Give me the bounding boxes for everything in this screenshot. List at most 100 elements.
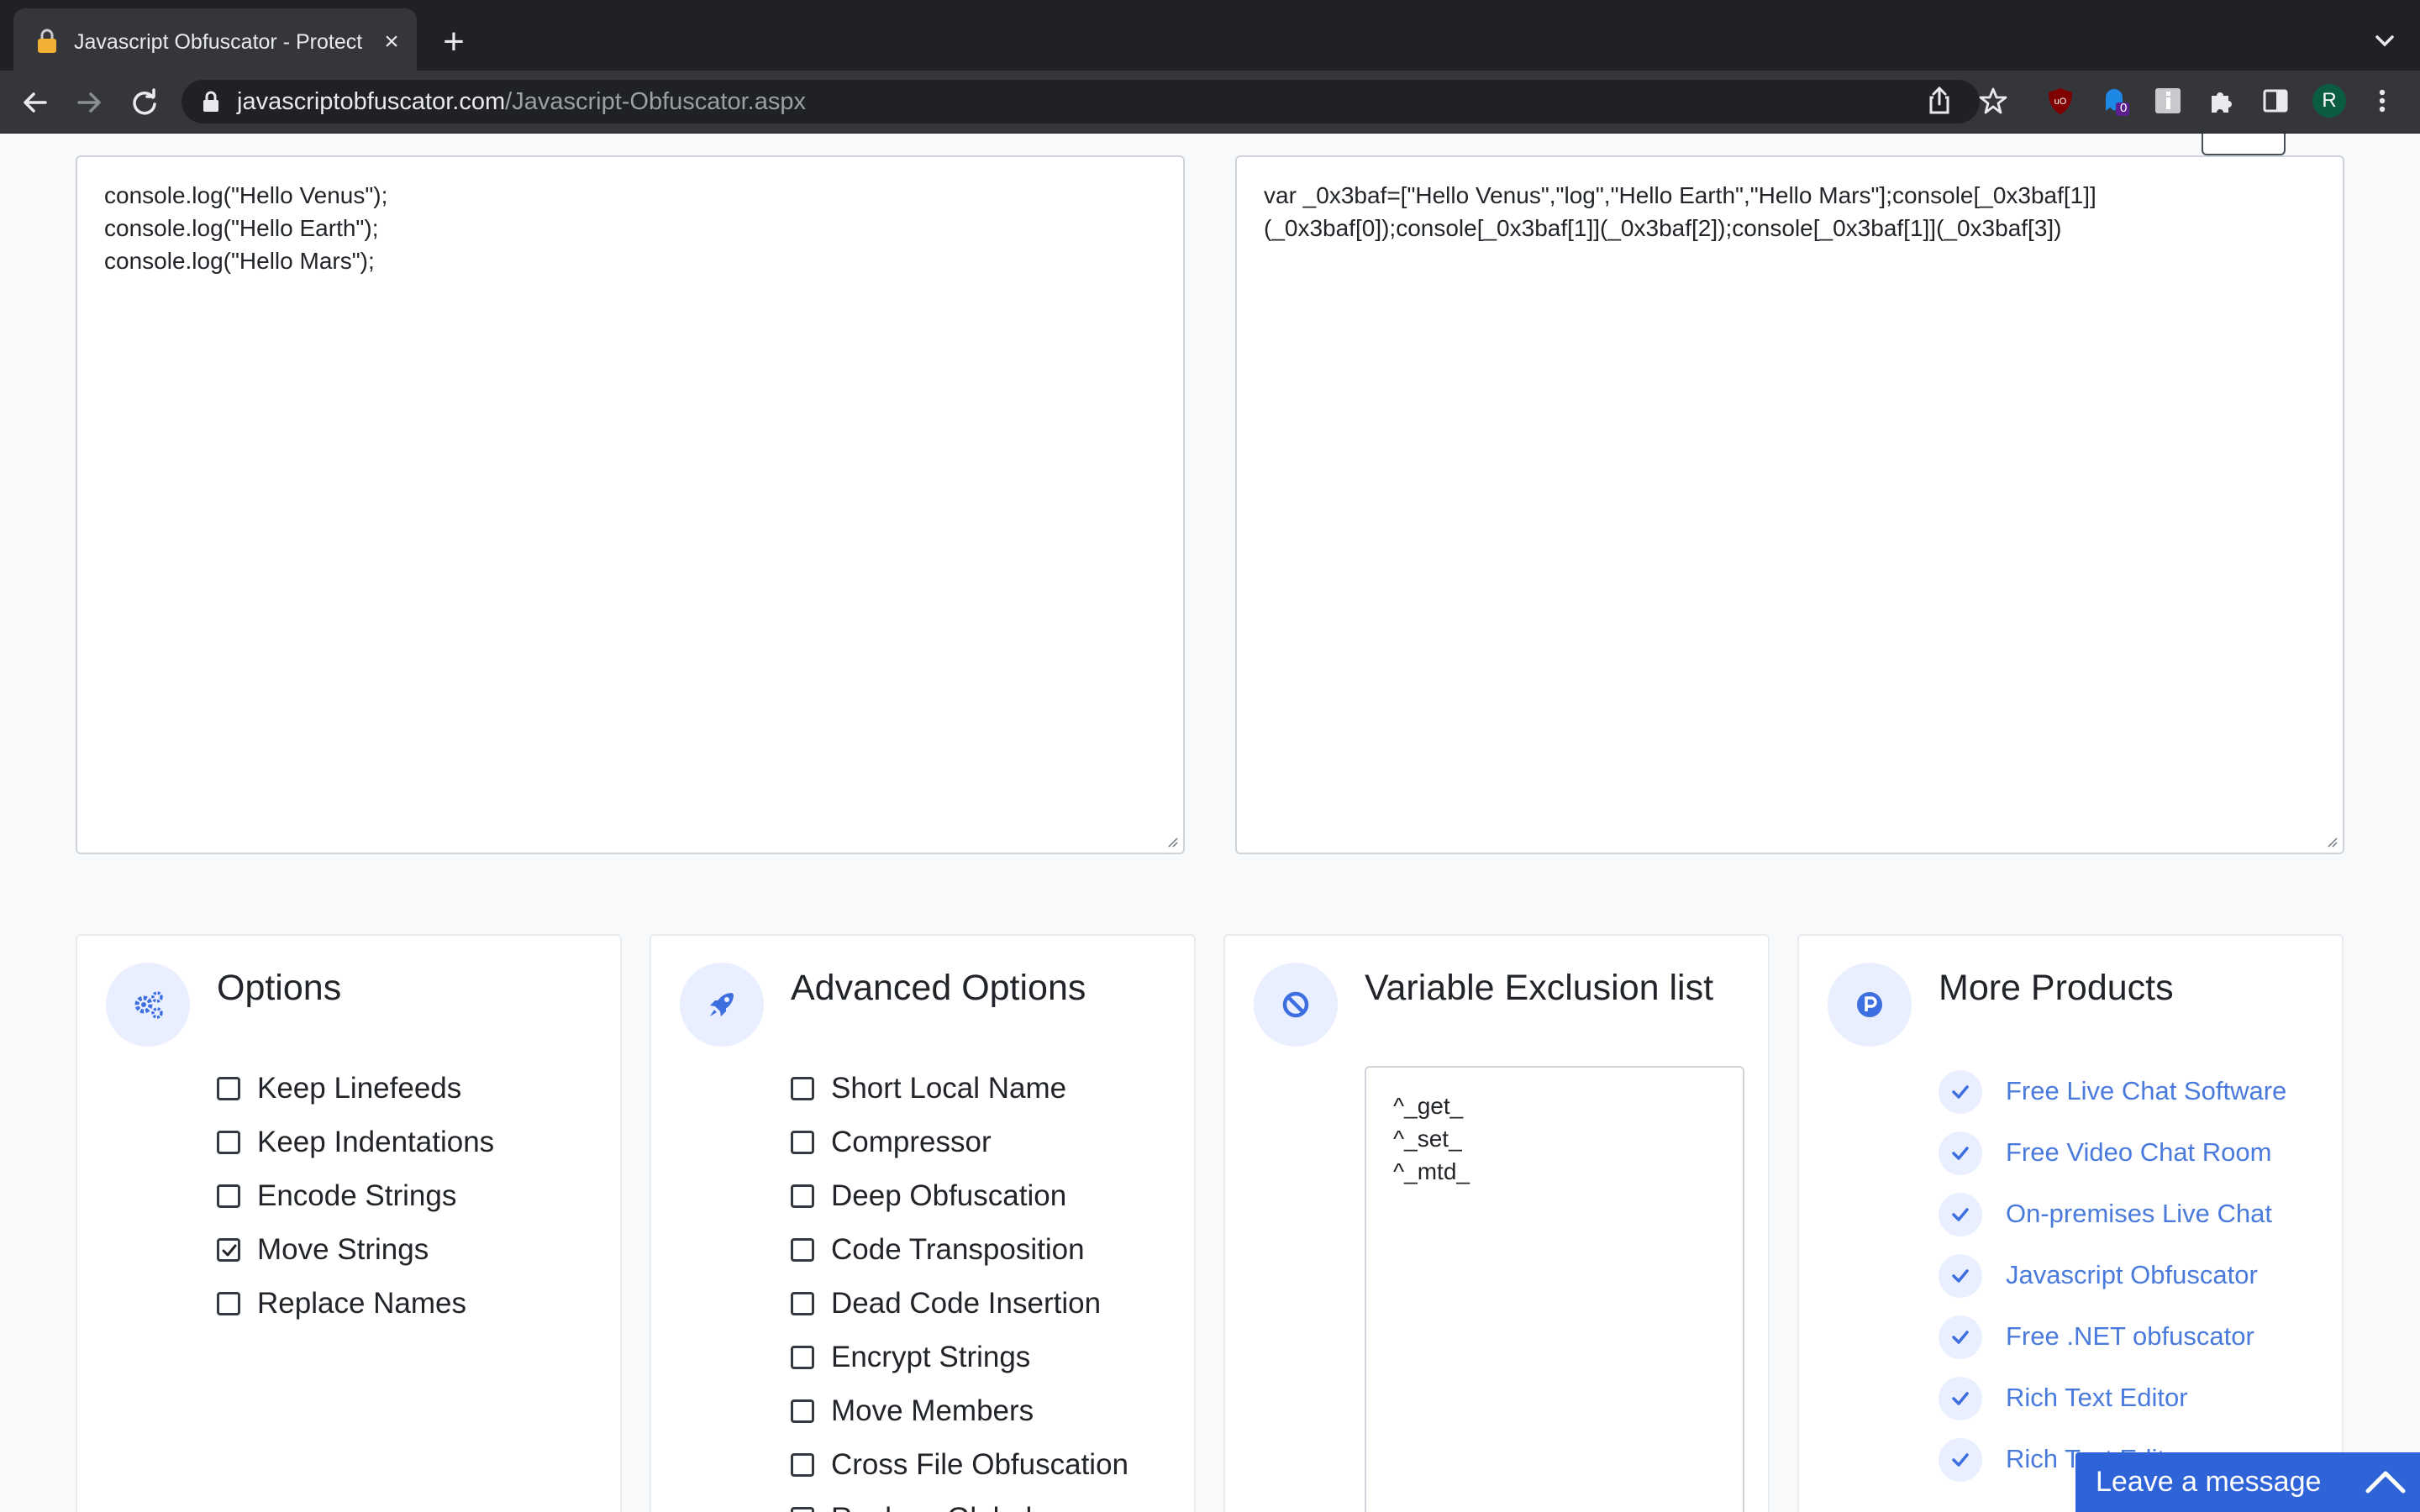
option-label: Deep Obfuscation (831, 1179, 1067, 1212)
kebab-menu-icon[interactable] (2370, 84, 2395, 118)
check-circle-icon (1939, 1193, 1982, 1236)
share-icon[interactable] (1924, 86, 1954, 116)
checkbox[interactable] (791, 1292, 814, 1315)
option-keep-indentations[interactable]: Keep Indentations (217, 1122, 620, 1166)
option-cross-file-obfuscation[interactable]: Cross File Obfuscation (791, 1445, 1194, 1488)
lock-icon[interactable] (202, 90, 220, 113)
input-code-textarea[interactable]: console.log("Hello Venus"); console.log(… (76, 155, 1185, 854)
lock-favicon-icon (38, 29, 56, 53)
checkbox[interactable] (217, 1131, 240, 1154)
url-domain: javascriptobfuscator.com (237, 88, 506, 115)
option-label: Compressor (831, 1126, 992, 1158)
chevron-up-icon[interactable] (2365, 1467, 2407, 1496)
option-label: Replace Names (257, 1287, 466, 1320)
product-link[interactable]: Free Video Chat Room (2006, 1135, 2271, 1170)
product-item: On-premises Live Chat (1939, 1191, 2333, 1238)
product-link[interactable]: Free Live Chat Software (2006, 1074, 2286, 1109)
option-move-members[interactable]: Move Members (791, 1391, 1194, 1435)
option-code-transposition[interactable]: Code Transposition (791, 1230, 1194, 1273)
option-encrypt-strings[interactable]: Encrypt Strings (791, 1337, 1194, 1381)
ghostery-extension-icon[interactable]: 0 (2099, 86, 2129, 116)
resize-handle-icon[interactable] (1165, 834, 1178, 848)
browser-tab[interactable]: Javascript Obfuscator - Protect × (13, 8, 417, 71)
check-circle-icon (1939, 1315, 1982, 1359)
option-label: Replace Globals (831, 1499, 1047, 1512)
output-code-textarea[interactable]: var _0x3baf=["Hello Venus","log","Hello … (1235, 155, 2344, 854)
product-item: Rich Text Editor (1939, 1375, 2333, 1422)
address-bar[interactable]: javascriptobfuscator.com/Javascript-Obfu… (182, 80, 1980, 123)
option-encode-strings[interactable]: Encode Strings (217, 1176, 620, 1220)
product-item: Free Video Chat Room (1939, 1130, 2333, 1177)
partial-button[interactable] (2202, 134, 2286, 155)
checkbox[interactable] (791, 1238, 814, 1262)
profile-avatar[interactable]: R (2312, 84, 2346, 118)
new-tab-icon[interactable]: + (437, 24, 471, 60)
extensions-puzzle-icon[interactable] (2207, 86, 2237, 116)
product-link[interactable]: Javascript Obfuscator (2006, 1257, 2258, 1293)
checkbox[interactable] (217, 1077, 240, 1100)
option-dead-code-insertion[interactable]: Dead Code Insertion (791, 1284, 1194, 1327)
rocket-icon (710, 993, 734, 1016)
leave-message-widget[interactable]: Leave a message (2075, 1452, 2420, 1512)
checkbox-checked[interactable] (217, 1238, 240, 1262)
tab-title: Javascript Obfuscator - Protect (74, 30, 363, 54)
option-replace-names[interactable]: Replace Names (217, 1284, 620, 1327)
checkbox[interactable] (217, 1184, 240, 1208)
checkbox[interactable] (791, 1131, 814, 1154)
option-compressor[interactable]: Compressor (791, 1122, 1194, 1166)
check-circle-icon (1939, 1438, 1982, 1482)
option-keep-linefeeds[interactable]: Keep Linefeeds (217, 1068, 620, 1112)
tab-search-chevron-icon[interactable] (2368, 24, 2402, 57)
checkbox[interactable] (791, 1346, 814, 1369)
advanced-icon-circle (680, 963, 764, 1047)
resize-handle-icon[interactable] (2324, 834, 2338, 848)
forward-arrow-icon[interactable] (72, 86, 106, 119)
variable-exclusion-card: Variable Exclusion list ^_get_ ^_set_ ^_… (1223, 934, 1770, 1512)
products-icon-circle (1828, 963, 1912, 1047)
side-panel-icon[interactable] (2260, 86, 2291, 116)
option-replace-globals[interactable]: Replace Globals (791, 1499, 1194, 1512)
more-products-card: More Products Free Live Chat Software Fr… (1797, 934, 2344, 1512)
bookmark-star-icon[interactable] (1978, 86, 2008, 116)
option-label: Encode Strings (257, 1179, 457, 1212)
option-move-strings[interactable]: Move Strings (217, 1230, 620, 1273)
option-label: Move Strings (257, 1233, 429, 1266)
checkbox[interactable] (791, 1507, 814, 1512)
ublock-shield-icon[interactable]: uO (2045, 86, 2075, 116)
options-card: Options Keep Linefeeds Keep Indentations… (76, 934, 622, 1512)
advanced-options-title: Advanced Options (791, 968, 1086, 1008)
option-label: Move Members (831, 1394, 1034, 1427)
checkbox[interactable] (791, 1453, 814, 1477)
option-deep-obfuscation[interactable]: Deep Obfuscation (791, 1176, 1194, 1220)
option-label: Dead Code Insertion (831, 1287, 1102, 1320)
more-products-title: More Products (1939, 968, 2174, 1008)
product-link[interactable]: Free .NET obfuscator (2006, 1319, 2254, 1354)
option-label: Cross File Obfuscation (831, 1448, 1129, 1481)
tab-close-icon[interactable]: × (376, 27, 407, 57)
checkbox[interactable] (791, 1077, 814, 1100)
checkbox[interactable] (217, 1292, 240, 1315)
page-content: console.log("Hello Venus"); console.log(… (0, 134, 2420, 1512)
back-arrow-icon[interactable] (18, 86, 52, 119)
svg-text:uO: uO (2054, 97, 2067, 107)
checkbox[interactable] (791, 1184, 814, 1208)
options-title: Options (217, 968, 342, 1008)
exclusion-list-textarea[interactable]: ^_get_ ^_set_ ^_mtd_ (1365, 1066, 1744, 1512)
product-link[interactable]: On-premises Live Chat (2006, 1196, 2272, 1231)
p-circle-icon (1857, 992, 1882, 1017)
variable-exclusion-title: Variable Exclusion list (1365, 968, 1714, 1008)
reload-icon[interactable] (128, 86, 161, 119)
browser-tab-strip: Javascript Obfuscator - Protect × + (0, 0, 2420, 71)
product-item: Javascript Obfuscator (1939, 1252, 2333, 1299)
product-item: Free .NET obfuscator (1939, 1314, 2333, 1361)
options-icon-circle (106, 963, 190, 1047)
url-path: /Javascript-Obfuscator.aspx (505, 88, 806, 115)
url-text[interactable]: javascriptobfuscator.com/Javascript-Obfu… (237, 87, 806, 117)
option-label: Keep Indentations (257, 1126, 495, 1158)
checkbox[interactable] (791, 1399, 814, 1423)
info-extension-icon[interactable] (2153, 86, 2183, 116)
product-link[interactable]: Rich Text Editor (2006, 1380, 2188, 1415)
check-icon (222, 1244, 237, 1257)
advanced-options-card: Advanced Options Short Local Name Compre… (650, 934, 1196, 1512)
option-short-local-name[interactable]: Short Local Name (791, 1068, 1194, 1112)
